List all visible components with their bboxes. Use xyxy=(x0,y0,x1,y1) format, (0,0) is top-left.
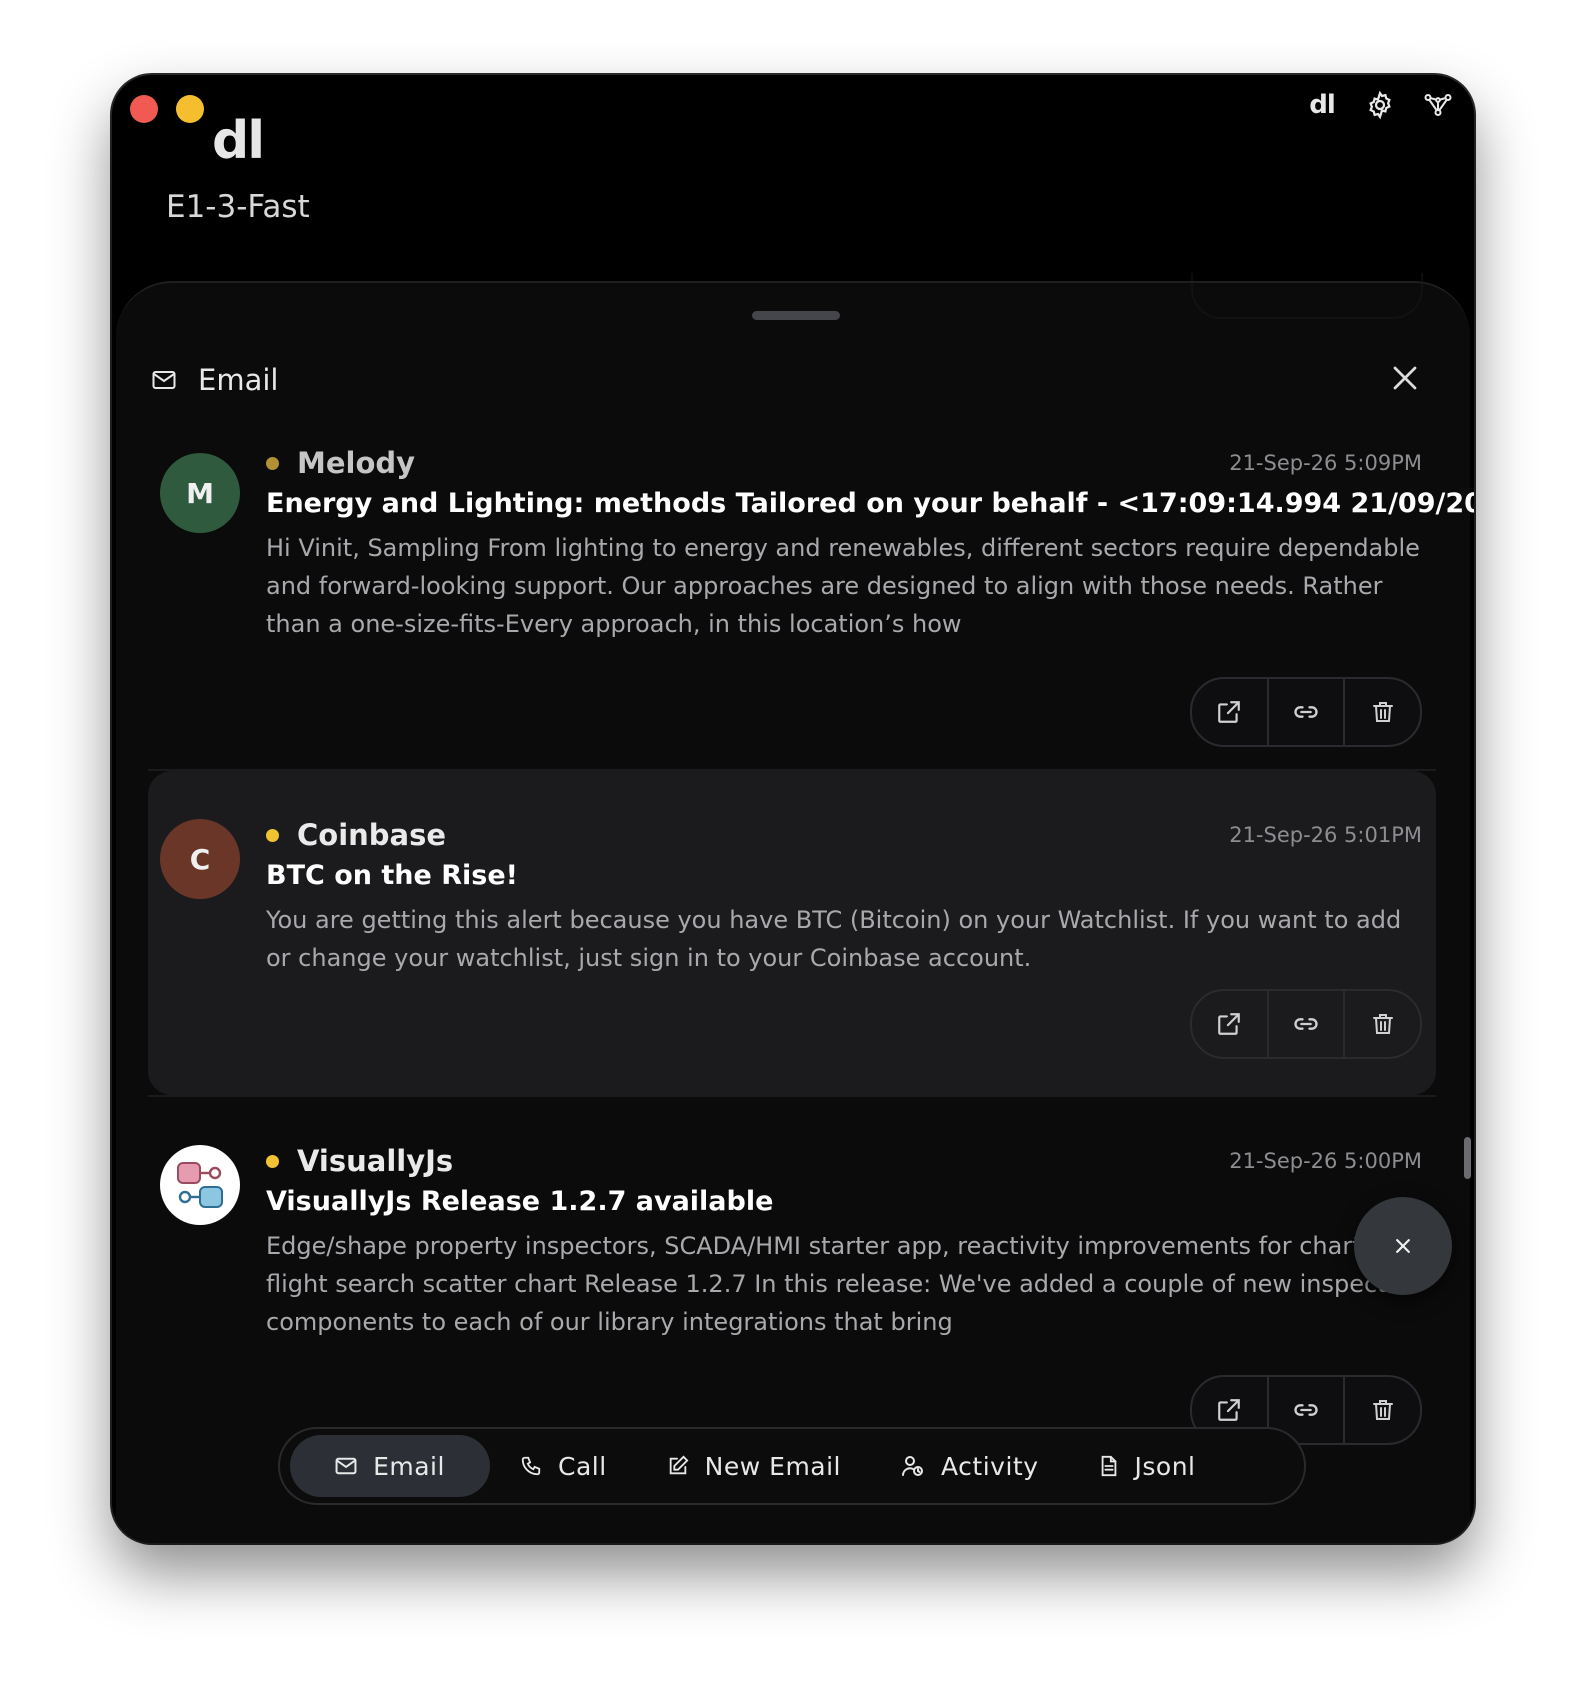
nav-label: New Email xyxy=(704,1451,842,1481)
trash-icon[interactable] xyxy=(1345,679,1420,745)
email-sender: VisuallyJs xyxy=(297,1144,454,1178)
external-link-icon[interactable] xyxy=(1192,679,1269,745)
trash-icon[interactable] xyxy=(1345,1377,1420,1443)
email-preview: Hi Vinit, Sampling From lighting to ener… xyxy=(266,534,1420,638)
nav-label: Email xyxy=(373,1451,445,1481)
file-icon xyxy=(1101,1455,1116,1477)
top-toolbar: dl xyxy=(1306,89,1454,121)
email-actions xyxy=(1190,677,1422,747)
scrollbar-thumb[interactable] xyxy=(1464,1137,1471,1179)
nav-label: Activity xyxy=(941,1451,1039,1481)
email-timestamp: 21-Sep-26 5:01PM xyxy=(1229,823,1422,847)
email-item-selected[interactable]: C Coinbase 21-Sep-26 5:01PM BTC on the R… xyxy=(148,771,1436,1095)
email-content: Coinbase 21-Sep-26 5:01PM BTC on the Ris… xyxy=(266,815,1422,977)
visuallyjs-logo-avatar xyxy=(160,1145,240,1225)
nav-new-email[interactable]: New Email xyxy=(637,1435,871,1497)
avatar: M xyxy=(160,453,240,533)
trash-icon[interactable] xyxy=(1345,991,1420,1057)
nav-activity[interactable]: Activity xyxy=(871,1435,1069,1497)
bottom-nav: Email Call New Email Activity Jsonl xyxy=(278,1427,1306,1505)
unread-dot xyxy=(266,1154,279,1168)
ghost-action-group xyxy=(1191,273,1423,319)
app-subtitle: E1-3-Fast xyxy=(166,189,310,225)
email-item[interactable]: M Melody 21-Sep-26 5:09PM Energy and Lig… xyxy=(148,433,1474,769)
mail-icon xyxy=(152,371,176,389)
panel-title: Email xyxy=(198,363,279,397)
avatar: C xyxy=(160,819,240,899)
email-sender: Coinbase xyxy=(297,818,447,852)
mail-icon xyxy=(335,1457,357,1475)
panel-header: Email xyxy=(152,363,278,397)
external-link-icon[interactable] xyxy=(1192,991,1269,1057)
app-window: dl E1-3-Fast dl Email M Melody 21-Sep-26… xyxy=(112,75,1474,1543)
phone-icon xyxy=(521,1456,541,1476)
email-subject: VisuallyJs Release 1.2.7 available xyxy=(266,1186,774,1217)
email-subject: Energy and Lighting: methods Tailored on… xyxy=(266,488,1474,519)
email-sheet: Email M Melody 21-Sep-26 5:09PM Energy a… xyxy=(116,273,1474,1543)
email-actions xyxy=(1190,989,1422,1059)
nav-jsonl[interactable]: Jsonl xyxy=(1069,1435,1226,1497)
email-content: Melody 21-Sep-26 5:09PM Energy and Light… xyxy=(266,443,1474,643)
activity-user-icon xyxy=(902,1456,924,1476)
close-panel-button[interactable] xyxy=(1390,363,1420,393)
app-logo: dl xyxy=(212,111,265,171)
email-content: VisuallyJs 21-Sep-26 5:00PM VisuallyJs R… xyxy=(266,1141,1422,1341)
compose-icon xyxy=(669,1455,689,1475)
unread-dot xyxy=(266,828,279,842)
close-fab-button[interactable] xyxy=(1354,1197,1452,1295)
email-timestamp: 21-Sep-26 5:09PM xyxy=(1229,451,1422,475)
close-window-button[interactable] xyxy=(130,95,158,123)
minimize-window-button[interactable] xyxy=(176,95,204,123)
nav-email[interactable]: Email xyxy=(290,1435,490,1497)
nav-label: Jsonl xyxy=(1134,1451,1196,1481)
email-preview: Edge/shape property inspectors, SCADA/HM… xyxy=(266,1232,1412,1336)
email-subject: BTC on the Rise! xyxy=(266,860,518,891)
email-list: M Melody 21-Sep-26 5:09PM Energy and Lig… xyxy=(148,433,1474,1485)
email-timestamp: 21-Sep-26 5:00PM xyxy=(1229,1149,1422,1173)
drag-handle[interactable] xyxy=(752,311,840,320)
nav-label: Call xyxy=(558,1451,607,1481)
email-preview: You are getting this alert because you h… xyxy=(266,906,1402,972)
gear-icon[interactable] xyxy=(1364,89,1396,121)
email-sender: Melody xyxy=(297,446,416,480)
unread-dot xyxy=(266,456,279,470)
link-icon[interactable] xyxy=(1269,679,1346,745)
link-icon[interactable] xyxy=(1269,991,1346,1057)
network-icon[interactable] xyxy=(1422,89,1454,121)
dl-logo-icon[interactable]: dl xyxy=(1306,89,1338,121)
nav-call[interactable]: Call xyxy=(490,1435,637,1497)
